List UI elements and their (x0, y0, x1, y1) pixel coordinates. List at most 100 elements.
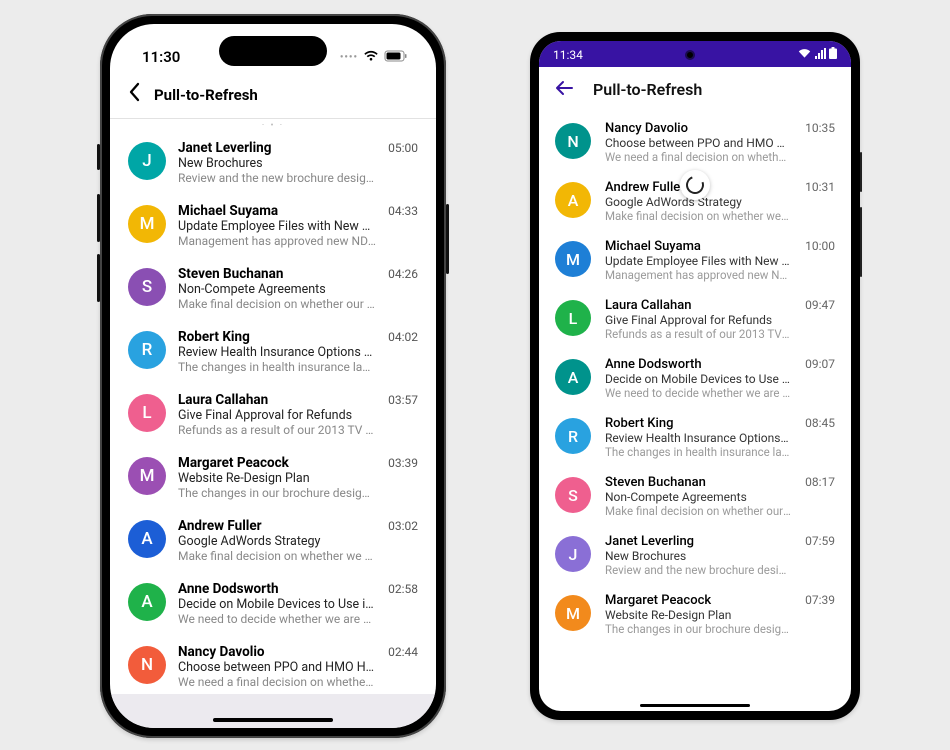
email-preview: Review and the new brochure designs... (178, 171, 376, 185)
email-preview: Refunds as a result of our 2013 TV rec..… (178, 423, 376, 437)
sender-name: Michael Suyama (605, 239, 791, 254)
list-item[interactable]: RRobert KingReview Health Insurance Opti… (539, 408, 851, 467)
page-title: Pull-to-Refresh (154, 86, 258, 104)
email-subject: Give Final Approval for Refunds (605, 313, 791, 327)
email-preview: The changes in health insurance laws re.… (605, 445, 791, 459)
list-item[interactable]: S Steven BuchananNon-Compete AgreementsMa… (110, 257, 436, 320)
ios-bottom-bar (110, 694, 436, 728)
email-time: 08:45 (805, 416, 835, 430)
ios-email-list[interactable]: JJanet LeverlingNew BrochuresReview and … (110, 131, 436, 698)
sender-name: Steven Buchanan (178, 266, 376, 282)
list-item[interactable]: AAnne DodsworthDecide on Mobile Devices … (110, 572, 436, 635)
list-item-text: Steven BuchananNon-Compete AgreementsMak… (605, 475, 791, 518)
list-item[interactable]: MMichael SuyamaUpdate Employee Files wit… (110, 194, 436, 257)
back-button[interactable] (128, 82, 140, 108)
cellular-dots-icon: •••• (340, 52, 358, 63)
list-item[interactable]: NNancy DavolioChoose between PPO and HMO… (110, 635, 436, 698)
list-item[interactable]: MMargaret PeacockWebsite Re-Design PlanT… (539, 585, 851, 644)
email-subject: Google AdWords Strategy (178, 534, 376, 549)
list-item[interactable]: R Robert KingReview Health Insurance Opti… (110, 320, 436, 383)
email-preview: The changes in our brochure designs for.… (605, 622, 791, 636)
email-subject: Update Employee Files with New NDA (605, 254, 791, 268)
list-item-text: Janet LeverlingNew BrochuresReview and t… (178, 140, 376, 185)
pull-to-refresh-spinner (680, 170, 710, 200)
email-subject: Update Employee Files with New NDA (178, 219, 376, 234)
battery-icon (384, 48, 408, 66)
dynamic-island (219, 36, 327, 66)
email-subject: Decide on Mobile Devices to Use in th... (178, 597, 376, 612)
sender-name: Margaret Peacock (178, 455, 376, 471)
email-time: 08:17 (805, 475, 835, 489)
email-subject: Non-Compete Agreements (178, 282, 376, 297)
avatar: S (555, 477, 591, 513)
list-item[interactable]: LLaura CallahanGive Final Approval for R… (539, 290, 851, 349)
list-item[interactable]: MMargaret PeacockWebsite Re-Design PlanT… (110, 446, 436, 509)
sender-name: Laura Callahan (605, 298, 791, 313)
sender-name: Margaret Peacock (605, 593, 791, 608)
list-item[interactable]: M Michael SuyamaUpdate Employee Files wit… (539, 231, 851, 290)
email-time: 04:33 (388, 203, 418, 218)
email-time: 07:39 (805, 593, 835, 607)
avatar: M (555, 241, 591, 277)
list-item[interactable]: S Steven BuchananNon-Compete AgreementsMa… (539, 467, 851, 526)
avatar: R (555, 418, 591, 454)
sender-name: Janet Leverling (605, 534, 791, 549)
sender-name: Anne Dodsworth (605, 357, 791, 372)
email-time: 02:44 (388, 644, 418, 659)
android-side-button (860, 207, 862, 277)
avatar: N (555, 123, 591, 159)
email-preview: Make final decision on whether our empl.… (605, 504, 791, 518)
iphone-side-button (97, 194, 100, 242)
avatar: R (128, 331, 166, 369)
email-preview: Refunds as a result of our 2013 TV recal… (605, 327, 791, 341)
email-subject: Choose between PPO and HMO Health ... (605, 136, 791, 150)
email-preview: Management has approved new NDA. Al... (605, 268, 791, 282)
list-item[interactable]: JJanet LeverlingNew BrochuresReview and … (539, 526, 851, 585)
list-item-text: Laura CallahanGive Final Approval for Re… (605, 298, 791, 341)
email-subject: Decide on Mobile Devices to Use in the F… (605, 372, 791, 386)
list-item-text: Anne DodsworthDecide on Mobile Devices t… (605, 357, 791, 400)
email-time: 09:47 (805, 298, 835, 312)
email-subject: Website Re-Design Plan (178, 471, 376, 486)
iphone-device-frame: 11:30 •••• Pull-to-Refresh · • · JJanet … (100, 14, 446, 738)
email-subject: New Brochures (178, 156, 376, 171)
email-preview: The changes in our brochure designs... (178, 486, 376, 500)
email-preview: Make final decision on whether our e... (178, 297, 376, 311)
avatar: J (555, 536, 591, 572)
android-status-bar: 11:34 (539, 41, 851, 67)
email-time: 10:00 (805, 239, 835, 253)
email-subject: Non-Compete Agreements (605, 490, 791, 504)
email-time: 03:02 (388, 518, 418, 533)
iphone-side-button (97, 144, 100, 170)
sender-name: Andrew Fuller (178, 518, 376, 534)
list-item[interactable]: AAnne DodsworthDecide on Mobile Devices … (539, 349, 851, 408)
sender-name: Steven Buchanan (605, 475, 791, 490)
email-subject: Give Final Approval for Refunds (178, 408, 376, 423)
email-time: 09:07 (805, 357, 835, 371)
list-item-text: Nancy DavolioChoose between PPO and HMO … (605, 121, 791, 164)
sender-name: Anne Dodsworth (178, 581, 376, 597)
android-screen: 11:34 Pull-to-Refresh NNancy DavolioChoo… (539, 41, 851, 711)
ios-status-icons: •••• (340, 48, 408, 66)
avatar: S (128, 268, 166, 306)
list-item-text: Michael SuyamaUpdate Employee Files with… (178, 203, 376, 248)
sender-name: Michael Suyama (178, 203, 376, 219)
list-item[interactable]: JJanet LeverlingNew BrochuresReview and … (110, 131, 436, 194)
email-preview: We need a final decision on whether w... (178, 675, 376, 689)
android-device-frame: 11:34 Pull-to-Refresh NNancy DavolioChoo… (530, 32, 860, 720)
list-item[interactable]: LLaura CallahanGive Final Approval for R… (110, 383, 436, 446)
iphone-side-button (446, 204, 449, 274)
list-item-text: Robert KingReview Health Insurance Optio… (178, 329, 376, 374)
list-item[interactable]: AAndrew FullerGoogle AdWords StrategyMak… (110, 509, 436, 572)
list-item-text: Steven BuchananNon-Compete AgreementsMak… (178, 266, 376, 311)
email-preview: We need a final decision on whether we .… (605, 150, 791, 164)
back-button[interactable] (555, 77, 573, 101)
email-time: 04:02 (388, 329, 418, 344)
list-item[interactable]: N Nancy DavolioChoose between PPO and HMO… (539, 113, 851, 172)
email-time: 02:58 (388, 581, 418, 596)
list-item-text: Michael SuyamaUpdate Employee Files with… (605, 239, 791, 282)
email-time: 03:39 (388, 455, 418, 470)
wifi-icon (798, 48, 811, 62)
email-subject: Choose between PPO and HMO Healt... (178, 660, 376, 675)
ios-status-time: 11:30 (142, 48, 180, 66)
